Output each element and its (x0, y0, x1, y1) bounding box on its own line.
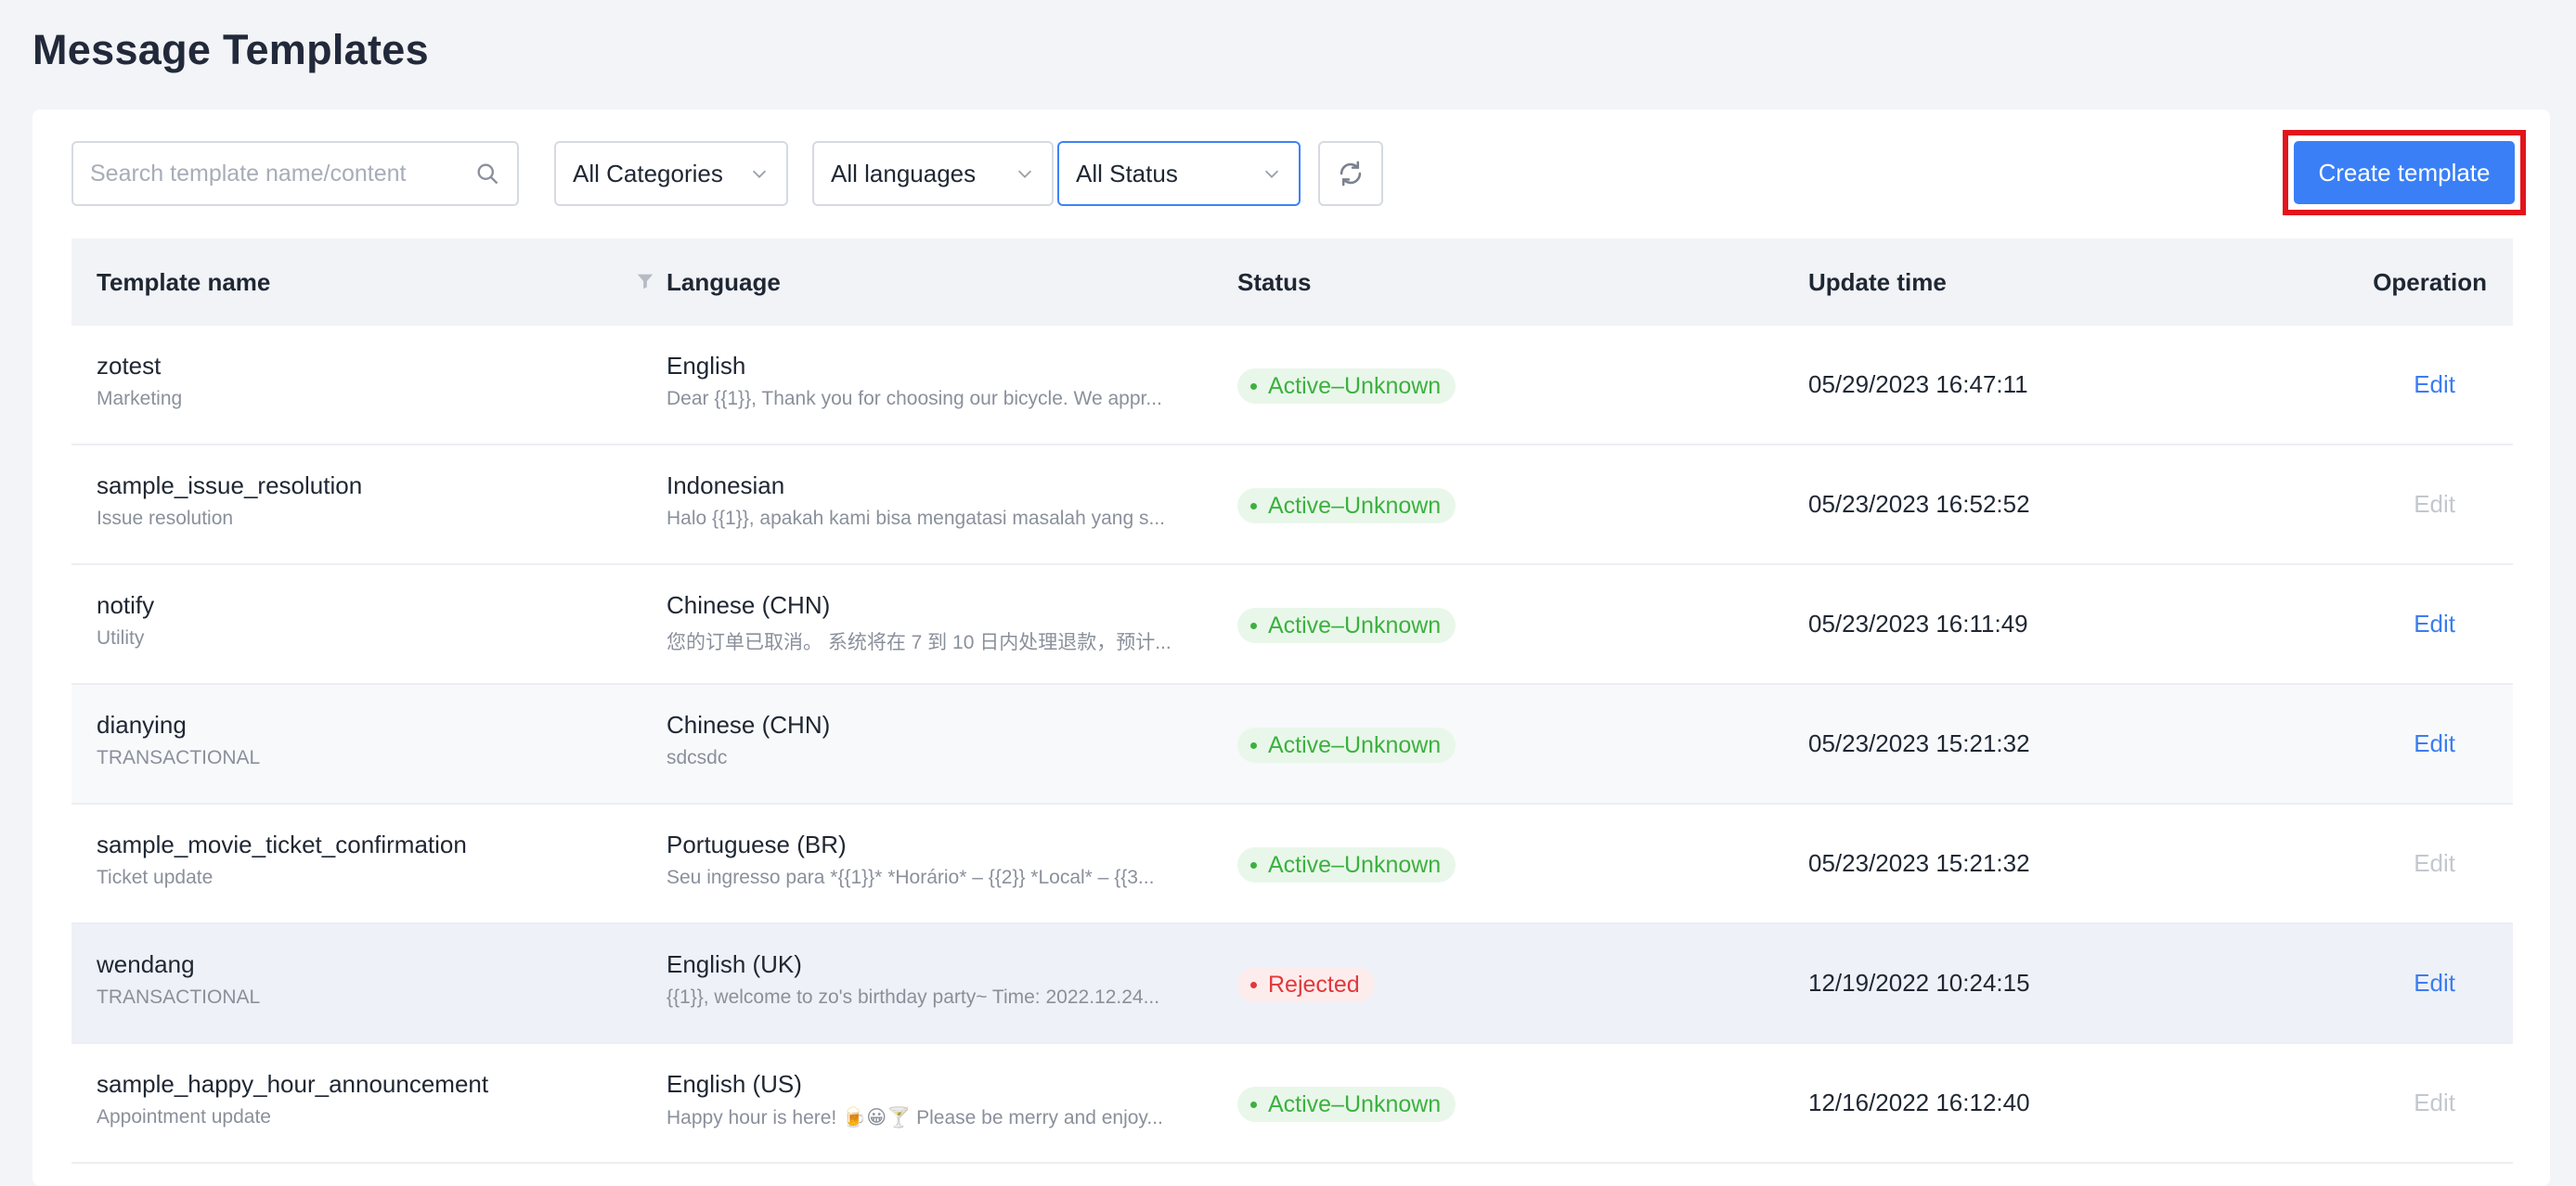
toolbar: Search template name/content All Categor… (32, 110, 2550, 239)
status-badge: Active–Unknown (1237, 488, 1456, 523)
status-dot (1250, 1101, 1257, 1108)
header-status: Status (1237, 267, 1312, 296)
template-name: dianying (97, 711, 187, 739)
status-badge: Active–Unknown (1237, 608, 1456, 643)
search-placeholder: Search template name/content (90, 160, 407, 187)
template-preview: Halo {{1}}, apakah kami bisa mengatasi m… (667, 508, 1165, 529)
chevron-down-icon (1017, 170, 1032, 178)
table-row: dianying TRANSACTIONAL Chinese (CHN) sdc… (71, 685, 2513, 805)
status-text: Rejected (1268, 971, 1360, 998)
template-category: Marketing (97, 388, 183, 409)
template-name: wendang (97, 950, 195, 978)
templates-card: Search template name/content All Categor… (32, 110, 2550, 1186)
status-text: Active–Unknown (1268, 731, 1442, 758)
page-title: Message Templates (32, 26, 429, 73)
edit-link-disabled: Edit (2414, 1089, 2455, 1116)
status-text: Active–Unknown (1268, 372, 1442, 399)
table-row: sample_issue_resolution Issue resolution… (71, 445, 2513, 565)
edit-link-disabled: Edit (2414, 490, 2455, 518)
template-language: English (667, 352, 746, 380)
status-dot (1250, 741, 1257, 749)
status-badge: Active–Unknown (1237, 1087, 1456, 1122)
chevron-down-icon (1264, 170, 1279, 178)
status-select-value: All Status (1076, 159, 1178, 187)
status-badge: Rejected (1237, 967, 1375, 1002)
create-template-highlight: Create template (2283, 130, 2526, 215)
status-text: Active–Unknown (1268, 1090, 1442, 1117)
update-time: 05/23/2023 15:21:32 (1808, 849, 2030, 877)
filter-icon[interactable] (635, 270, 655, 292)
edit-link-disabled: Edit (2414, 849, 2455, 877)
table-row: sample_movie_ticket_confirmation Ticket … (71, 805, 2513, 924)
templates-table: Template name Language Status Update tim… (71, 238, 2513, 1164)
language-select-value: All languages (831, 159, 977, 187)
header-language: Language (667, 267, 781, 296)
template-language: English (US) (667, 1070, 802, 1098)
edit-link[interactable]: Edit (2414, 610, 2455, 638)
header-template-name: Template name (97, 267, 271, 296)
template-language: Chinese (CHN) (667, 591, 831, 619)
template-category: Appointment update (97, 1106, 271, 1128)
template-name: sample_happy_hour_announcement (97, 1070, 489, 1098)
edit-link[interactable]: Edit (2414, 969, 2455, 998)
template-name: sample_movie_ticket_confirmation (97, 831, 467, 858)
search-input[interactable]: Search template name/content (71, 141, 519, 206)
status-text: Active–Unknown (1268, 612, 1442, 638)
template-category: Issue resolution (97, 508, 234, 529)
template-language: English (UK) (667, 950, 802, 978)
language-select[interactable]: All languages (812, 141, 1054, 206)
update-time: 12/16/2022 16:12:40 (1808, 1089, 2030, 1116)
update-time: 05/23/2023 15:21:32 (1808, 729, 2030, 757)
update-time: 05/23/2023 16:11:49 (1808, 610, 2028, 638)
status-text: Active–Unknown (1268, 492, 1442, 519)
status-dot (1250, 382, 1257, 390)
status-badge: Active–Unknown (1237, 368, 1456, 404)
template-preview: Dear {{1}}, Thank you for choosing our b… (667, 388, 1162, 409)
template-category: Utility (97, 627, 145, 649)
table-header: Template name Language Status Update tim… (71, 238, 2513, 326)
header-update-time: Update time (1808, 267, 1947, 296)
create-template-button[interactable]: Create template (2294, 141, 2515, 204)
template-name: sample_issue_resolution (97, 471, 363, 499)
template-language: Indonesian (667, 471, 785, 499)
category-select[interactable]: All Categories (554, 141, 788, 206)
refresh-icon (1340, 161, 1362, 187)
status-dot (1250, 981, 1257, 988)
status-dot (1250, 502, 1257, 509)
template-name: notify (97, 591, 155, 619)
refresh-button[interactable] (1318, 141, 1383, 206)
edit-link[interactable]: Edit (2414, 370, 2455, 399)
template-language: Portuguese (BR) (667, 831, 847, 858)
template-preview: {{1}}, welcome to zo's birthday party~ T… (667, 986, 1160, 1008)
search-icon[interactable] (474, 161, 500, 187)
status-dot (1250, 861, 1257, 869)
table-row: zotest Marketing English Dear {{1}}, Tha… (71, 326, 2513, 445)
template-preview: Happy hour is here! 🍺😀🍸 Please be merry … (667, 1107, 1163, 1128)
template-preview: Seu ingresso para *{{1}}* *Horário* – {{… (667, 867, 1155, 888)
status-text: Active–Unknown (1268, 851, 1442, 878)
template-language: Chinese (CHN) (667, 711, 831, 739)
table-row: notify Utility Chinese (CHN) 您的订单已取消。 系统… (71, 565, 2513, 685)
status-dot (1250, 622, 1257, 629)
update-time: 05/29/2023 16:47:11 (1808, 370, 2028, 398)
chevron-down-icon (752, 170, 767, 178)
status-badge: Active–Unknown (1237, 728, 1456, 763)
status-badge: Active–Unknown (1237, 847, 1456, 883)
update-time: 05/23/2023 16:52:52 (1808, 490, 2030, 518)
template-category: TRANSACTIONAL (97, 747, 261, 768)
template-category: Ticket update (97, 867, 214, 888)
template-name: zotest (97, 352, 162, 380)
header-operation: Operation (2373, 267, 2487, 296)
update-time: 12/19/2022 10:24:15 (1808, 969, 2030, 997)
template-preview: sdcsdc (667, 747, 728, 768)
edit-link[interactable]: Edit (2414, 729, 2455, 758)
template-category: TRANSACTIONAL (97, 986, 261, 1008)
category-select-value: All Categories (573, 159, 723, 187)
table-row: wendang TRANSACTIONAL English (UK) {{1}}… (71, 924, 2513, 1044)
table-row: sample_happy_hour_announcement Appointme… (71, 1044, 2513, 1164)
status-select[interactable]: All Status (1057, 141, 1301, 206)
template-preview: 您的订单已取消。 系统将在 7 到 10 日内处理退款，预计... (667, 632, 1171, 653)
